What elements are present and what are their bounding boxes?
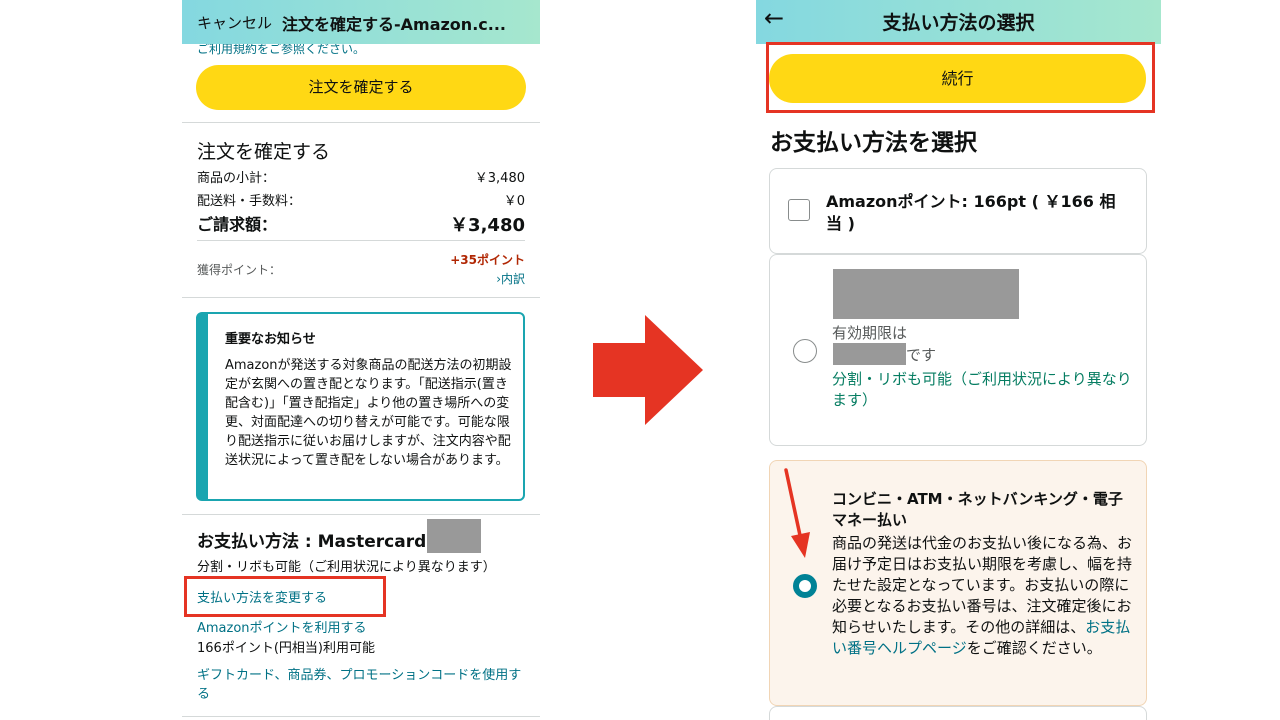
divider bbox=[197, 240, 525, 241]
notice-title: 重要なお知らせ bbox=[225, 332, 316, 347]
shipping-row: 配送料・手数料： ￥0 bbox=[197, 190, 525, 209]
annotation-arrow-icon bbox=[784, 468, 810, 558]
shipping-label: 配送料・手数料： bbox=[197, 194, 302, 209]
subtotal-value: ￥3,480 bbox=[474, 171, 525, 186]
installment-note: 分割・リボも可能（ご利用状況により異なります） bbox=[832, 370, 1132, 409]
convenience-option-title: コンビニ・ATM・ネットバンキング・電子マネー払い bbox=[832, 490, 1123, 529]
left-header: キャンセル 注文を確定する-Amazon.c... bbox=[182, 0, 540, 44]
summary-title: 注文を確定する bbox=[197, 141, 331, 163]
divider bbox=[182, 122, 540, 123]
transition-arrow-icon bbox=[593, 315, 703, 425]
expiry-prefix: 有効期限は bbox=[832, 324, 908, 342]
right-header: ← 支払い方法の選択 bbox=[756, 0, 1161, 44]
convenience-option-body: 商品の発送は代金のお支払い後になる為、お届け予定日はお支払い期限を考慮し、幅を持… bbox=[832, 533, 1134, 659]
total-value: ￥3,480 bbox=[450, 215, 525, 236]
payment-option-convenience-store[interactable]: コンビニ・ATM・ネットバンキング・電子マネー払い 商品の発送は代金のお支払い後… bbox=[769, 460, 1147, 706]
payment-option-next[interactable] bbox=[769, 706, 1147, 720]
payment-option-points[interactable]: Amazonポイント: 166pt ( ￥166 相当 ) bbox=[769, 168, 1147, 254]
redacted-expiry-date bbox=[833, 343, 906, 365]
body-text-after: をご確認ください。 bbox=[966, 639, 1102, 657]
annotation-highlight-box bbox=[184, 576, 386, 617]
total-row: ご請求額： ￥3,480 bbox=[197, 211, 525, 236]
redacted-card-number bbox=[427, 519, 481, 553]
notice-accent-bar bbox=[198, 314, 208, 499]
payment-method-subtitle: 分割・リボも可能（ご利用状況により異なります） bbox=[197, 560, 496, 575]
confirm-order-button[interactable]: 注文を確定する bbox=[196, 65, 526, 110]
points-detail-link[interactable]: ›内訳 bbox=[496, 270, 525, 287]
points-checkbox[interactable] bbox=[788, 199, 810, 221]
important-notice: 重要なお知らせ Amazonが発送する対象商品の配送方法の初期設定が玄関への置き… bbox=[196, 312, 525, 501]
payment-method-title: お支払い方法 : Mastercard bbox=[197, 532, 427, 552]
section-heading: お支払い方法を選択 bbox=[770, 130, 977, 156]
expiry-suffix: です bbox=[906, 346, 937, 364]
amazon-points-note: 166ポイント(円相当)利用可能 bbox=[197, 641, 375, 656]
annotation-highlight-box bbox=[766, 42, 1155, 113]
divider bbox=[182, 297, 540, 298]
redacted-card-name bbox=[833, 269, 1019, 319]
points-value: +35ポイント bbox=[450, 253, 525, 267]
convenience-radio-selected[interactable] bbox=[793, 574, 817, 598]
divider bbox=[182, 514, 540, 515]
shipping-value: ￥0 bbox=[503, 194, 525, 209]
total-label: ご請求額： bbox=[197, 215, 278, 234]
points-option-label: Amazonポイント: 166pt ( ￥166 相当 ) bbox=[826, 192, 1116, 233]
gift-card-link[interactable]: ギフトカード、商品券、プロモーションコードを使用する bbox=[197, 666, 527, 704]
cancel-button[interactable]: キャンセル bbox=[197, 12, 272, 33]
points-label: 獲得ポイント： bbox=[197, 263, 282, 277]
payment-select-screen: ← 支払い方法の選択 続行 お支払い方法を選択 Amazonポイント: 166p… bbox=[756, 0, 1161, 720]
divider bbox=[182, 716, 540, 717]
subtotal-row: 商品の小計： ￥3,480 bbox=[197, 167, 525, 186]
subtotal-label: 商品の小計： bbox=[197, 171, 276, 186]
payment-option-credit-card[interactable]: 有効期限は です 分割・リボも可能（ご利用状況により異なります） bbox=[769, 254, 1147, 446]
credit-card-radio[interactable] bbox=[793, 339, 817, 363]
order-confirm-screen: ご利用規約をご参照ください。 キャンセル 注文を確定する-Amazon.c...… bbox=[182, 0, 540, 720]
use-amazon-points-link[interactable]: Amazonポイントを利用する bbox=[197, 617, 367, 636]
notice-body: Amazonが発送する対象商品の配送方法の初期設定が玄関への置き配となります。「… bbox=[225, 358, 512, 468]
page-title: 注文を確定する-Amazon.c... bbox=[282, 15, 506, 34]
page-title: 支払い方法の選択 bbox=[882, 12, 1035, 34]
